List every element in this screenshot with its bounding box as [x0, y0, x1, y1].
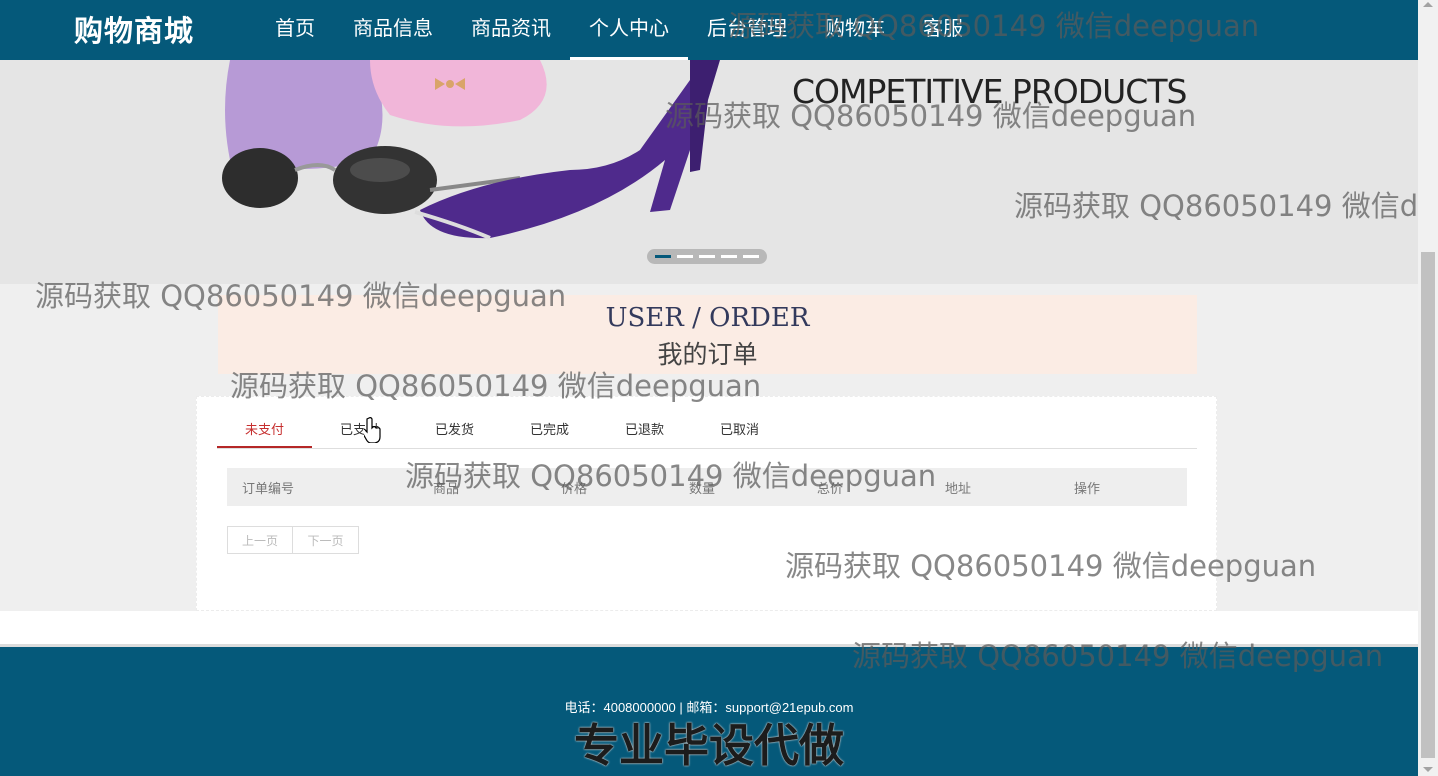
column-header: 价格: [561, 481, 588, 497]
brand-logo[interactable]: 购物商城: [74, 8, 194, 50]
carousel-dot[interactable]: [655, 255, 671, 258]
order-panel: 未支付 已支付 已发货 已完成 已退款 已取消 订单编号 商品 价格 数量 总价…: [196, 396, 1217, 611]
hand-pointer-cursor-icon: [364, 417, 381, 443]
scroll-up-arrow-icon[interactable]: [1423, 2, 1433, 7]
carousel-dot[interactable]: [721, 255, 737, 258]
carousel-dot[interactable]: [677, 255, 693, 258]
top-navbar: 购物商城 首页 商品信息 商品资讯 个人中心 后台管理 购物车 客服: [0, 0, 1418, 60]
pagination: 上一页 下一页: [227, 526, 359, 554]
nav-service[interactable]: 客服: [904, 0, 982, 60]
scroll-down-arrow-icon[interactable]: [1423, 767, 1433, 772]
prev-page-button[interactable]: 上一页: [227, 526, 293, 554]
section-title: USER / ORDER 我的订单: [218, 295, 1197, 374]
carousel-indicator: [647, 249, 767, 264]
tab-refunded[interactable]: 已退款: [597, 411, 692, 448]
tab-completed[interactable]: 已完成: [502, 411, 597, 448]
column-header: 操作: [1074, 481, 1101, 497]
tab-shipped[interactable]: 已发货: [407, 411, 502, 448]
order-table-header: 订单编号 商品 价格 数量 总价 地址 操作: [227, 468, 1187, 506]
nav-admin[interactable]: 后台管理: [688, 0, 806, 60]
column-header: 商品: [433, 481, 460, 497]
column-header: 地址: [945, 481, 972, 497]
tab-unpaid[interactable]: 未支付: [217, 411, 312, 448]
vertical-scrollbar[interactable]: [1418, 0, 1438, 776]
scrollbar-thumb[interactable]: [1421, 252, 1435, 758]
tab-cancelled[interactable]: 已取消: [692, 411, 787, 448]
banner-carousel[interactable]: COMPETITIVE PRODUCTS: [0, 60, 1418, 284]
nav-home[interactable]: 首页: [256, 0, 334, 60]
carousel-dot[interactable]: [743, 255, 759, 258]
section-title-cn: 我的订单: [657, 340, 758, 369]
nav-cart[interactable]: 购物车: [806, 0, 904, 60]
carousel-dot[interactable]: [699, 255, 715, 258]
column-header: 数量: [689, 481, 716, 497]
banner-slogan: COMPETITIVE PRODUCTS: [792, 72, 1187, 111]
tab-paid[interactable]: 已支付: [312, 411, 407, 448]
next-page-button[interactable]: 下一页: [293, 526, 359, 554]
banner-product-image: [222, 60, 720, 240]
footer: 电话：4008000000 | 邮箱：support@21epub.com 专业…: [0, 644, 1418, 776]
nav-personal-center[interactable]: 个人中心: [570, 0, 688, 60]
section-title-en: USER / ORDER: [605, 303, 810, 333]
main-nav: 首页 商品信息 商品资讯 个人中心 后台管理 购物车 客服: [256, 0, 982, 60]
nav-products[interactable]: 商品信息: [334, 0, 452, 60]
nav-news[interactable]: 商品资讯: [452, 0, 570, 60]
content-bottom-spacer: [0, 611, 1418, 644]
column-header: 订单编号: [242, 481, 295, 497]
column-header: 总价: [817, 481, 844, 497]
footer-slogan: 专业毕设代做: [573, 719, 844, 772]
